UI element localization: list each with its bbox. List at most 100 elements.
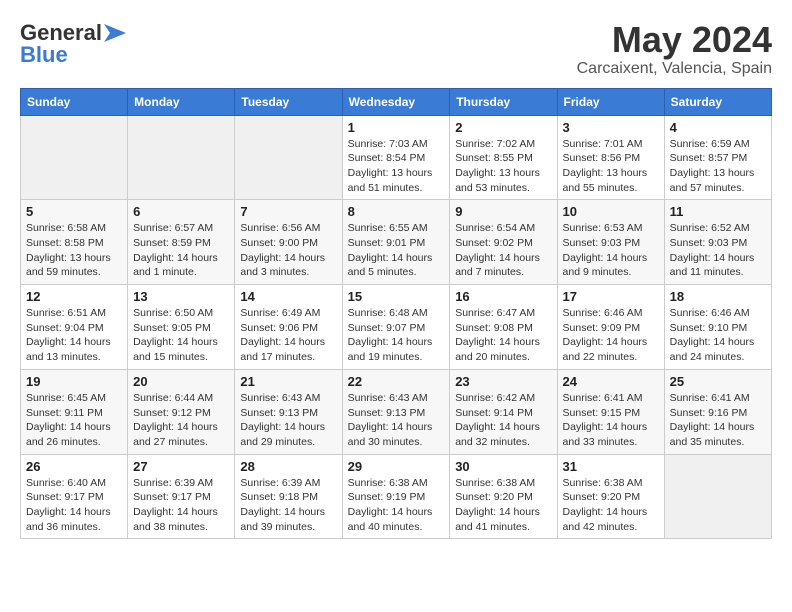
day-number: 2 [455,120,551,135]
day-info: Sunrise: 6:55 AMSunset: 9:01 PMDaylight:… [348,221,445,280]
day-number: 25 [670,374,766,389]
column-header-thursday: Thursday [450,88,557,115]
day-number: 4 [670,120,766,135]
column-header-tuesday: Tuesday [235,88,342,115]
day-info: Sunrise: 6:44 AMSunset: 9:12 PMDaylight:… [133,391,229,450]
day-info: Sunrise: 6:49 AMSunset: 9:06 PMDaylight:… [240,306,336,365]
day-info: Sunrise: 6:43 AMSunset: 9:13 PMDaylight:… [348,391,445,450]
calendar-week-row: 26 Sunrise: 6:40 AMSunset: 9:17 PMDayligh… [21,454,772,539]
calendar-cell: 18Sunrise: 6:46 AMSunset: 9:10 PMDayligh… [664,285,771,370]
calendar-cell: 11 Sunrise: 6:52 AMSunset: 9:03 PMDayligh… [664,200,771,285]
day-info: Sunrise: 6:53 AMSunset: 9:03 PMDaylight:… [563,221,659,280]
calendar-cell: 7 Sunrise: 6:56 AMSunset: 9:00 PMDaylight… [235,200,342,285]
calendar-cell [664,454,771,539]
day-info: Sunrise: 6:45 AMSunset: 9:11 PMDaylight:… [26,391,122,450]
day-number: 30 [455,459,551,474]
calendar-week-row: 5 Sunrise: 6:58 AMSunset: 8:58 PMDaylight… [21,200,772,285]
day-info: Sunrise: 6:42 AMSunset: 9:14 PMDaylight:… [455,391,551,450]
calendar-cell: 30Sunrise: 6:38 AMSunset: 9:20 PMDayligh… [450,454,557,539]
column-header-wednesday: Wednesday [342,88,450,115]
day-info: Sunrise: 6:46 AMSunset: 9:09 PMDaylight:… [563,306,659,365]
day-number: 28 [240,459,336,474]
day-number: 27 [133,459,229,474]
calendar-cell: 6 Sunrise: 6:57 AMSunset: 8:59 PMDaylight… [128,200,235,285]
day-info: Sunrise: 6:38 AMSunset: 9:19 PMDaylight:… [348,476,445,535]
day-info: Sunrise: 6:40 AMSunset: 9:17 PMDaylight:… [26,476,122,535]
day-number: 9 [455,204,551,219]
calendar-cell: 9 Sunrise: 6:54 AMSunset: 9:02 PMDaylight… [450,200,557,285]
day-number: 26 [26,459,122,474]
calendar-cell: 4 Sunrise: 6:59 AMSunset: 8:57 PMDaylight… [664,115,771,200]
day-info: Sunrise: 7:03 AMSunset: 8:54 PMDaylight:… [348,137,445,196]
calendar-cell [235,115,342,200]
column-header-sunday: Sunday [21,88,128,115]
day-number: 5 [26,204,122,219]
day-info: Sunrise: 6:54 AMSunset: 9:02 PMDaylight:… [455,221,551,280]
calendar-cell [21,115,128,200]
day-info: Sunrise: 6:52 AMSunset: 9:03 PMDaylight:… [670,221,766,280]
day-info: Sunrise: 6:58 AMSunset: 8:58 PMDaylight:… [26,221,122,280]
day-info: Sunrise: 6:48 AMSunset: 9:07 PMDaylight:… [348,306,445,365]
day-number: 10 [563,204,659,219]
calendar-cell: 5 Sunrise: 6:58 AMSunset: 8:58 PMDaylight… [21,200,128,285]
day-number: 8 [348,204,445,219]
day-number: 22 [348,374,445,389]
calendar-cell: 17 Sunrise: 6:46 AMSunset: 9:09 PMDayligh… [557,285,664,370]
calendar-cell: 20 Sunrise: 6:44 AMSunset: 9:12 PMDayligh… [128,369,235,454]
calendar-cell: 23 Sunrise: 6:42 AMSunset: 9:14 PMDayligh… [450,369,557,454]
calendar-cell: 28 Sunrise: 6:39 AMSunset: 9:18 PMDayligh… [235,454,342,539]
logo: General Blue [20,20,126,68]
calendar-title: May 2024 [577,20,772,60]
day-info: Sunrise: 6:51 AMSunset: 9:04 PMDaylight:… [26,306,122,365]
calendar-cell: 2 Sunrise: 7:02 AMSunset: 8:55 PMDaylight… [450,115,557,200]
day-number: 6 [133,204,229,219]
calendar-cell: 27 Sunrise: 6:39 AMSunset: 9:17 PMDayligh… [128,454,235,539]
calendar-cell: 22 Sunrise: 6:43 AMSunset: 9:13 PMDayligh… [342,369,450,454]
day-number: 23 [455,374,551,389]
day-number: 18 [670,289,766,304]
day-number: 17 [563,289,659,304]
calendar-cell: 15 Sunrise: 6:48 AMSunset: 9:07 PMDayligh… [342,285,450,370]
day-number: 7 [240,204,336,219]
day-info: Sunrise: 6:39 AMSunset: 9:17 PMDaylight:… [133,476,229,535]
day-info: Sunrise: 6:41 AMSunset: 9:15 PMDaylight:… [563,391,659,450]
day-info: Sunrise: 7:02 AMSunset: 8:55 PMDaylight:… [455,137,551,196]
calendar-cell: 8 Sunrise: 6:55 AMSunset: 9:01 PMDaylight… [342,200,450,285]
page-header: General Blue May 2024 Carcaixent, Valenc… [20,20,772,78]
day-number: 31 [563,459,659,474]
calendar-cell: 24Sunrise: 6:41 AMSunset: 9:15 PMDayligh… [557,369,664,454]
day-info: Sunrise: 6:39 AMSunset: 9:18 PMDaylight:… [240,476,336,535]
day-info: Sunrise: 6:59 AMSunset: 8:57 PMDaylight:… [670,137,766,196]
calendar-week-row: 12Sunrise: 6:51 AMSunset: 9:04 PMDayligh… [21,285,772,370]
day-info: Sunrise: 6:56 AMSunset: 9:00 PMDaylight:… [240,221,336,280]
calendar-header-row: SundayMondayTuesdayWednesdayThursdayFrid… [21,88,772,115]
calendar-cell: 21 Sunrise: 6:43 AMSunset: 9:13 PMDayligh… [235,369,342,454]
day-number: 14 [240,289,336,304]
day-info: Sunrise: 6:47 AMSunset: 9:08 PMDaylight:… [455,306,551,365]
day-number: 19 [26,374,122,389]
column-header-friday: Friday [557,88,664,115]
day-number: 29 [348,459,445,474]
calendar-week-row: 1 Sunrise: 7:03 AMSunset: 8:54 PMDaylight… [21,115,772,200]
logo-arrow-icon [104,24,126,42]
calendar-cell: 29 Sunrise: 6:38 AMSunset: 9:19 PMDayligh… [342,454,450,539]
calendar-cell: 16Sunrise: 6:47 AMSunset: 9:08 PMDayligh… [450,285,557,370]
day-info: Sunrise: 6:41 AMSunset: 9:16 PMDaylight:… [670,391,766,450]
calendar-cell: 31 Sunrise: 6:38 AMSunset: 9:20 PMDayligh… [557,454,664,539]
calendar-cell: 19 Sunrise: 6:45 AMSunset: 9:11 PMDayligh… [21,369,128,454]
day-number: 20 [133,374,229,389]
day-info: Sunrise: 6:57 AMSunset: 8:59 PMDaylight:… [133,221,229,280]
calendar-cell: 13Sunrise: 6:50 AMSunset: 9:05 PMDayligh… [128,285,235,370]
calendar-cell: 3Sunrise: 7:01 AMSunset: 8:56 PMDaylight… [557,115,664,200]
day-number: 13 [133,289,229,304]
day-number: 11 [670,204,766,219]
calendar-cell: 1 Sunrise: 7:03 AMSunset: 8:54 PMDaylight… [342,115,450,200]
calendar-cell: 26 Sunrise: 6:40 AMSunset: 9:17 PMDayligh… [21,454,128,539]
calendar-location: Carcaixent, Valencia, Spain [577,60,772,78]
calendar-cell: 14 Sunrise: 6:49 AMSunset: 9:06 PMDayligh… [235,285,342,370]
day-info: Sunrise: 6:43 AMSunset: 9:13 PMDaylight:… [240,391,336,450]
day-number: 15 [348,289,445,304]
day-number: 21 [240,374,336,389]
day-info: Sunrise: 6:38 AMSunset: 9:20 PMDaylight:… [563,476,659,535]
day-number: 1 [348,120,445,135]
